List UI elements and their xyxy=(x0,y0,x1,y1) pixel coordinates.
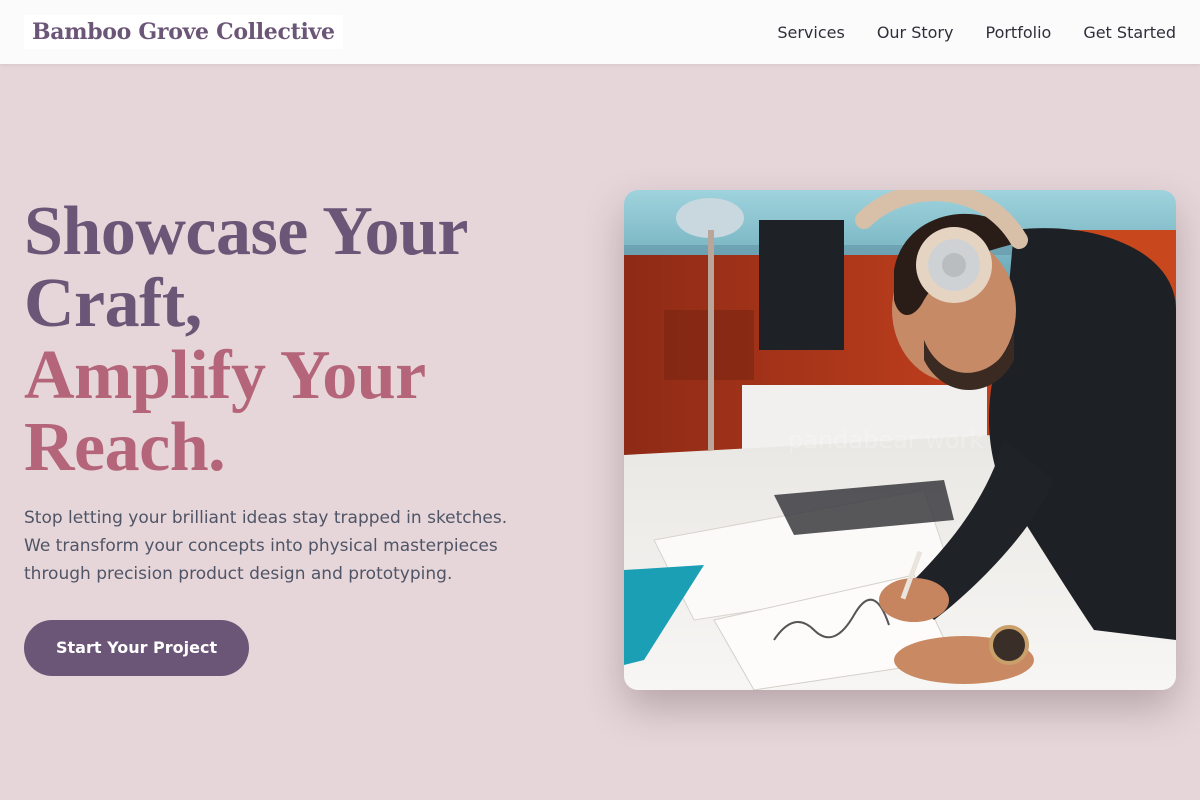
headline-accent-line-1: Amplify Your xyxy=(24,337,426,414)
subtext-line-3: through precision product design and pro… xyxy=(24,564,453,584)
subtext-line-1: Stop letting your brilliant ideas stay t… xyxy=(24,508,508,528)
hero-headline: Showcase Your Craft, Amplify Your Reach. xyxy=(24,196,584,484)
nav-link-services[interactable]: Services xyxy=(777,23,844,42)
headline-line-1: Showcase Your xyxy=(24,193,469,270)
hero-image: pandabear work xyxy=(624,190,1176,690)
nav-link-get-started[interactable]: Get Started xyxy=(1083,23,1176,42)
nav-link-portfolio[interactable]: Portfolio xyxy=(985,23,1051,42)
subtext-line-2: We transform your concepts into physical… xyxy=(24,536,498,556)
headline-accent-line-2: Reach. xyxy=(24,409,226,486)
brand-logo[interactable]: Bamboo Grove Collective xyxy=(24,15,343,49)
start-project-button[interactable]: Start Your Project xyxy=(24,620,250,676)
image-watermark: pandabear work xyxy=(788,426,984,454)
headline-line-2: Craft, xyxy=(24,265,202,342)
top-navbar: Bamboo Grove Collective Services Our Sto… xyxy=(0,0,1200,64)
nav-link-our-story[interactable]: Our Story xyxy=(877,23,954,42)
hero-subtext: Stop letting your brilliant ideas stay t… xyxy=(24,504,564,588)
main-nav: Services Our Story Portfolio Get Started xyxy=(777,23,1176,42)
hero-content: Showcase Your Craft, Amplify Your Reach.… xyxy=(24,196,584,676)
